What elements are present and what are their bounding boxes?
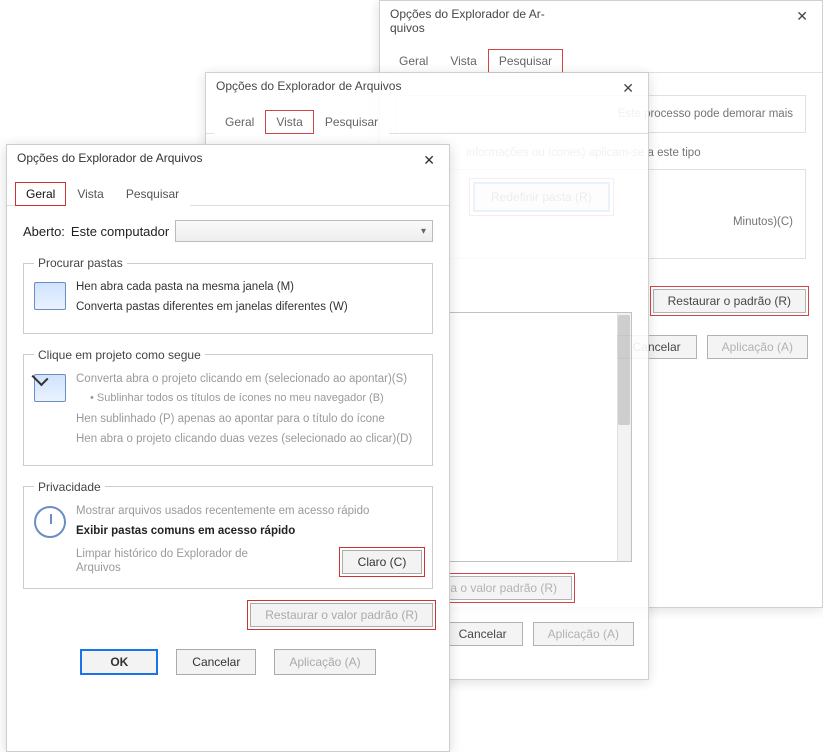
- check-recent-files[interactable]: Mostrar arquivos usados recentemente em …: [76, 504, 422, 518]
- privacy-group: Privacidade Mostrar arquivos usados rece…: [23, 480, 433, 589]
- clock-icon: [34, 506, 66, 538]
- restore-default-button[interactable]: Restaurar o padrão (R): [653, 289, 806, 313]
- cancel-button[interactable]: Cancelar: [176, 649, 256, 675]
- tab-search[interactable]: Pesquisar: [314, 110, 389, 134]
- cursor-icon: [34, 374, 66, 402]
- tab-general[interactable]: Geral: [388, 49, 439, 73]
- restore-default-button[interactable]: Restaurar o valor padrão (R): [250, 603, 433, 627]
- apply-button[interactable]: Aplicação (A): [707, 335, 808, 359]
- close-icon[interactable]: ✕: [618, 79, 638, 97]
- click-items-group: Clique em projeto como segue Converta ab…: [23, 348, 433, 466]
- tab-search[interactable]: Pesquisar: [115, 182, 190, 206]
- radio-underline-browser[interactable]: • Sublinhar todos os títulos de ícones n…: [76, 392, 422, 406]
- chevron-down-icon: ▾: [421, 226, 426, 237]
- group-legend: Procurar pastas: [34, 256, 127, 270]
- radio-same-window[interactable]: Hen abra cada pasta na mesma janela (M): [76, 280, 422, 294]
- tab-search[interactable]: Pesquisar: [488, 49, 563, 73]
- search-note-3: Minutos)(C): [733, 214, 793, 230]
- apply-button[interactable]: Aplicação (A): [533, 622, 634, 646]
- tab-general[interactable]: Geral: [214, 110, 265, 134]
- open-value: Este computador: [71, 224, 169, 239]
- close-icon[interactable]: ✕: [792, 7, 812, 25]
- tab-view[interactable]: Vista: [265, 110, 313, 134]
- tab-bar: Geral Vista Pesquisar: [380, 48, 822, 73]
- radio-double-click[interactable]: Hen abra o projeto clicando duas vezes (…: [76, 432, 422, 446]
- radio-single-click[interactable]: Converta abra o projeto clicando em (sel…: [76, 372, 422, 386]
- tab-view[interactable]: Vista: [439, 49, 487, 73]
- open-label: Aberto:: [23, 224, 65, 239]
- check-frequent-folders[interactable]: Exibir pastas comuns em acesso rápido: [76, 524, 422, 538]
- tab-general[interactable]: Geral: [15, 182, 66, 206]
- ok-button[interactable]: OK: [80, 649, 158, 675]
- tab-bar: Geral Vista Pesquisar: [7, 181, 449, 206]
- folder-icon: [34, 282, 66, 310]
- scrollbar[interactable]: [617, 313, 631, 561]
- radio-different-window[interactable]: Converta pastas diferentes em janelas di…: [76, 300, 422, 314]
- close-icon[interactable]: ✕: [419, 151, 439, 169]
- radio-underline-hover[interactable]: Hen sublinhado (P) apenas ao apontar par…: [76, 412, 422, 426]
- tab-bar: Geral Vista Pesquisar: [206, 109, 648, 134]
- scrollbar-thumb[interactable]: [618, 315, 630, 425]
- group-legend: Privacidade: [34, 480, 105, 494]
- dialog-title: Opções do Explorador de Ar- quivos: [390, 7, 545, 36]
- dialog-title: Opções do Explorador de Arquivos: [17, 151, 202, 165]
- clear-history-label: Limpar histórico do Explorador de Arquiv…: [76, 548, 256, 576]
- clear-button[interactable]: Claro (C): [342, 550, 422, 574]
- dialog-title: Opções do Explorador de Arquivos: [216, 79, 401, 93]
- open-dropdown[interactable]: ▾: [175, 220, 433, 242]
- group-legend: Clique em projeto como segue: [34, 348, 205, 362]
- tab-view[interactable]: Vista: [66, 182, 114, 206]
- apply-button[interactable]: Aplicação (A): [274, 649, 375, 675]
- browse-folders-group: Procurar pastas Hen abra cada pasta na m…: [23, 256, 433, 334]
- cancel-button[interactable]: Cancelar: [443, 622, 523, 646]
